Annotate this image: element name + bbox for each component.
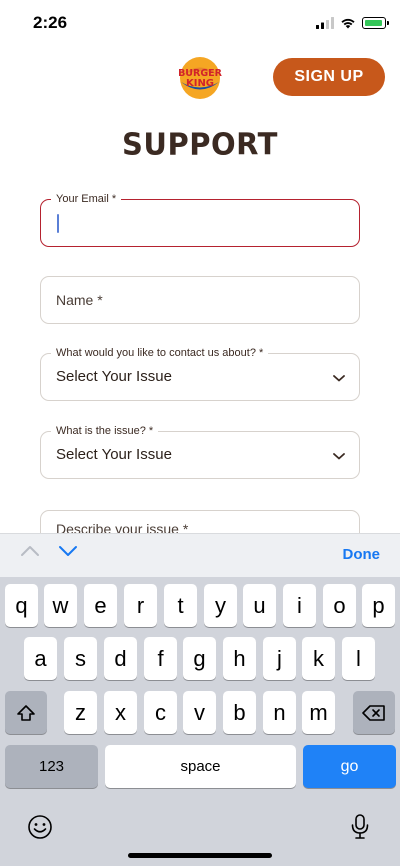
key-f[interactable]: f	[144, 637, 177, 680]
keyboard: q w e r t y u i o p a s d f g h j k l z …	[0, 577, 400, 866]
key-y[interactable]: y	[204, 584, 237, 627]
svg-text:KING: KING	[186, 78, 214, 89]
chevron-up-icon[interactable]	[20, 545, 40, 557]
key-h[interactable]: h	[223, 637, 256, 680]
issue-select[interactable]: What is the issue? * Select Your Issue	[40, 425, 360, 479]
signal-icon	[316, 17, 334, 29]
key-s[interactable]: s	[64, 637, 97, 680]
email-field[interactable]: Your Email *	[40, 193, 360, 247]
contact-topic-label: What would you like to contact us about?…	[51, 347, 269, 359]
email-label: Your Email *	[51, 193, 122, 205]
space-key[interactable]: space	[105, 745, 296, 788]
chevron-down-icon	[333, 453, 345, 460]
microphone-icon[interactable]	[350, 813, 370, 841]
backspace-key[interactable]	[353, 691, 395, 734]
key-t[interactable]: t	[164, 584, 197, 627]
key-v[interactable]: v	[183, 691, 216, 734]
key-r[interactable]: r	[124, 584, 157, 627]
home-indicator	[128, 853, 272, 858]
key-j[interactable]: j	[263, 637, 296, 680]
status-icons	[316, 14, 389, 32]
emoji-icon[interactable]	[27, 814, 53, 840]
name-placeholder: Name *	[56, 292, 103, 308]
issue-label: What is the issue? *	[51, 425, 159, 437]
key-o[interactable]: o	[323, 584, 356, 627]
status-time: 2:26	[33, 13, 68, 32]
battery-icon	[362, 17, 389, 29]
backspace-icon	[362, 704, 385, 721]
key-g[interactable]: g	[183, 637, 216, 680]
shift-key[interactable]	[5, 691, 47, 734]
key-x[interactable]: x	[104, 691, 137, 734]
chevron-down-icon	[333, 375, 345, 382]
numbers-key[interactable]: 123	[5, 745, 98, 788]
key-m[interactable]: m	[302, 691, 335, 734]
done-button[interactable]: Done	[343, 546, 381, 563]
key-d[interactable]: d	[104, 637, 137, 680]
page-title: SUPPORT	[122, 126, 278, 162]
key-l[interactable]: l	[342, 637, 375, 680]
key-w[interactable]: w	[44, 584, 77, 627]
contact-topic-select[interactable]: What would you like to contact us about?…	[40, 347, 360, 401]
key-q[interactable]: q	[5, 584, 38, 627]
key-p[interactable]: p	[362, 584, 395, 627]
key-u[interactable]: u	[243, 584, 276, 627]
key-a[interactable]: a	[24, 637, 57, 680]
key-b[interactable]: b	[223, 691, 256, 734]
wifi-icon	[341, 18, 355, 29]
issue-value: Select Your Issue	[56, 446, 172, 463]
burger-king-logo[interactable]: BURGER KING	[178, 55, 223, 101]
name-field[interactable]: Name *	[40, 276, 360, 324]
key-z[interactable]: z	[64, 691, 97, 734]
key-e[interactable]: e	[84, 584, 117, 627]
text-cursor	[57, 214, 59, 233]
contact-topic-value: Select Your Issue	[56, 368, 172, 385]
shift-icon	[17, 704, 35, 721]
key-k[interactable]: k	[302, 637, 335, 680]
sign-up-button[interactable]: SIGN UP	[273, 58, 385, 96]
key-c[interactable]: c	[144, 691, 177, 734]
key-i[interactable]: i	[283, 584, 316, 627]
go-key[interactable]: go	[303, 745, 396, 788]
chevron-down-icon[interactable]	[58, 545, 78, 557]
key-n[interactable]: n	[263, 691, 296, 734]
